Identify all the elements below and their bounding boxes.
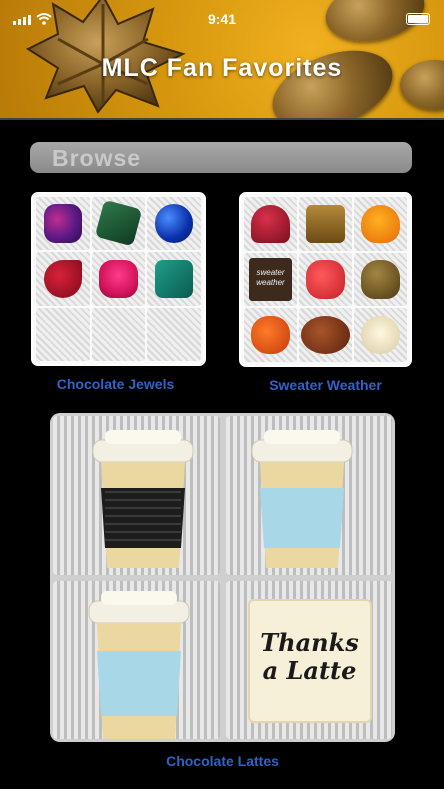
thanks-a-latte-square: Thanks a Latte xyxy=(247,598,372,723)
header-divider xyxy=(0,118,444,120)
app-screen: 9:41 MLC Fan Favorites Browse Chocolate … xyxy=(0,0,444,789)
status-time: 9:41 xyxy=(207,11,237,27)
product-image-chocolate-jewels[interactable] xyxy=(31,192,206,366)
latte-square-line2: a Latte xyxy=(262,655,357,685)
browse-bar[interactable]: Browse xyxy=(30,142,412,173)
status-bar: 9:41 xyxy=(0,10,444,30)
product-image-chocolate-lattes[interactable]: Thanks a Latte xyxy=(50,413,395,742)
product-link-sweater-weather[interactable]: Sweater Weather xyxy=(239,377,412,393)
latte-square-line1: Thanks xyxy=(260,627,359,657)
sweater-piece-line2: weather xyxy=(256,278,285,288)
latte-cup-blue-sleeve xyxy=(88,590,190,739)
product-link-chocolate-jewels[interactable]: Chocolate Jewels xyxy=(31,376,200,392)
header-banner: 9:41 MLC Fan Favorites xyxy=(0,0,444,118)
latte-cup-dark-sleeve xyxy=(92,430,194,568)
battery-icon xyxy=(406,13,430,25)
sweater-piece-line1: sweater xyxy=(256,268,285,278)
page-title: MLC Fan Favorites xyxy=(101,54,343,82)
product-link-chocolate-lattes[interactable]: Chocolate Lattes xyxy=(50,753,395,769)
latte-cup-blue-sleeve xyxy=(251,430,352,568)
product-image-sweater-weather[interactable]: sweater weather xyxy=(239,192,412,367)
browse-label: Browse xyxy=(52,145,142,171)
